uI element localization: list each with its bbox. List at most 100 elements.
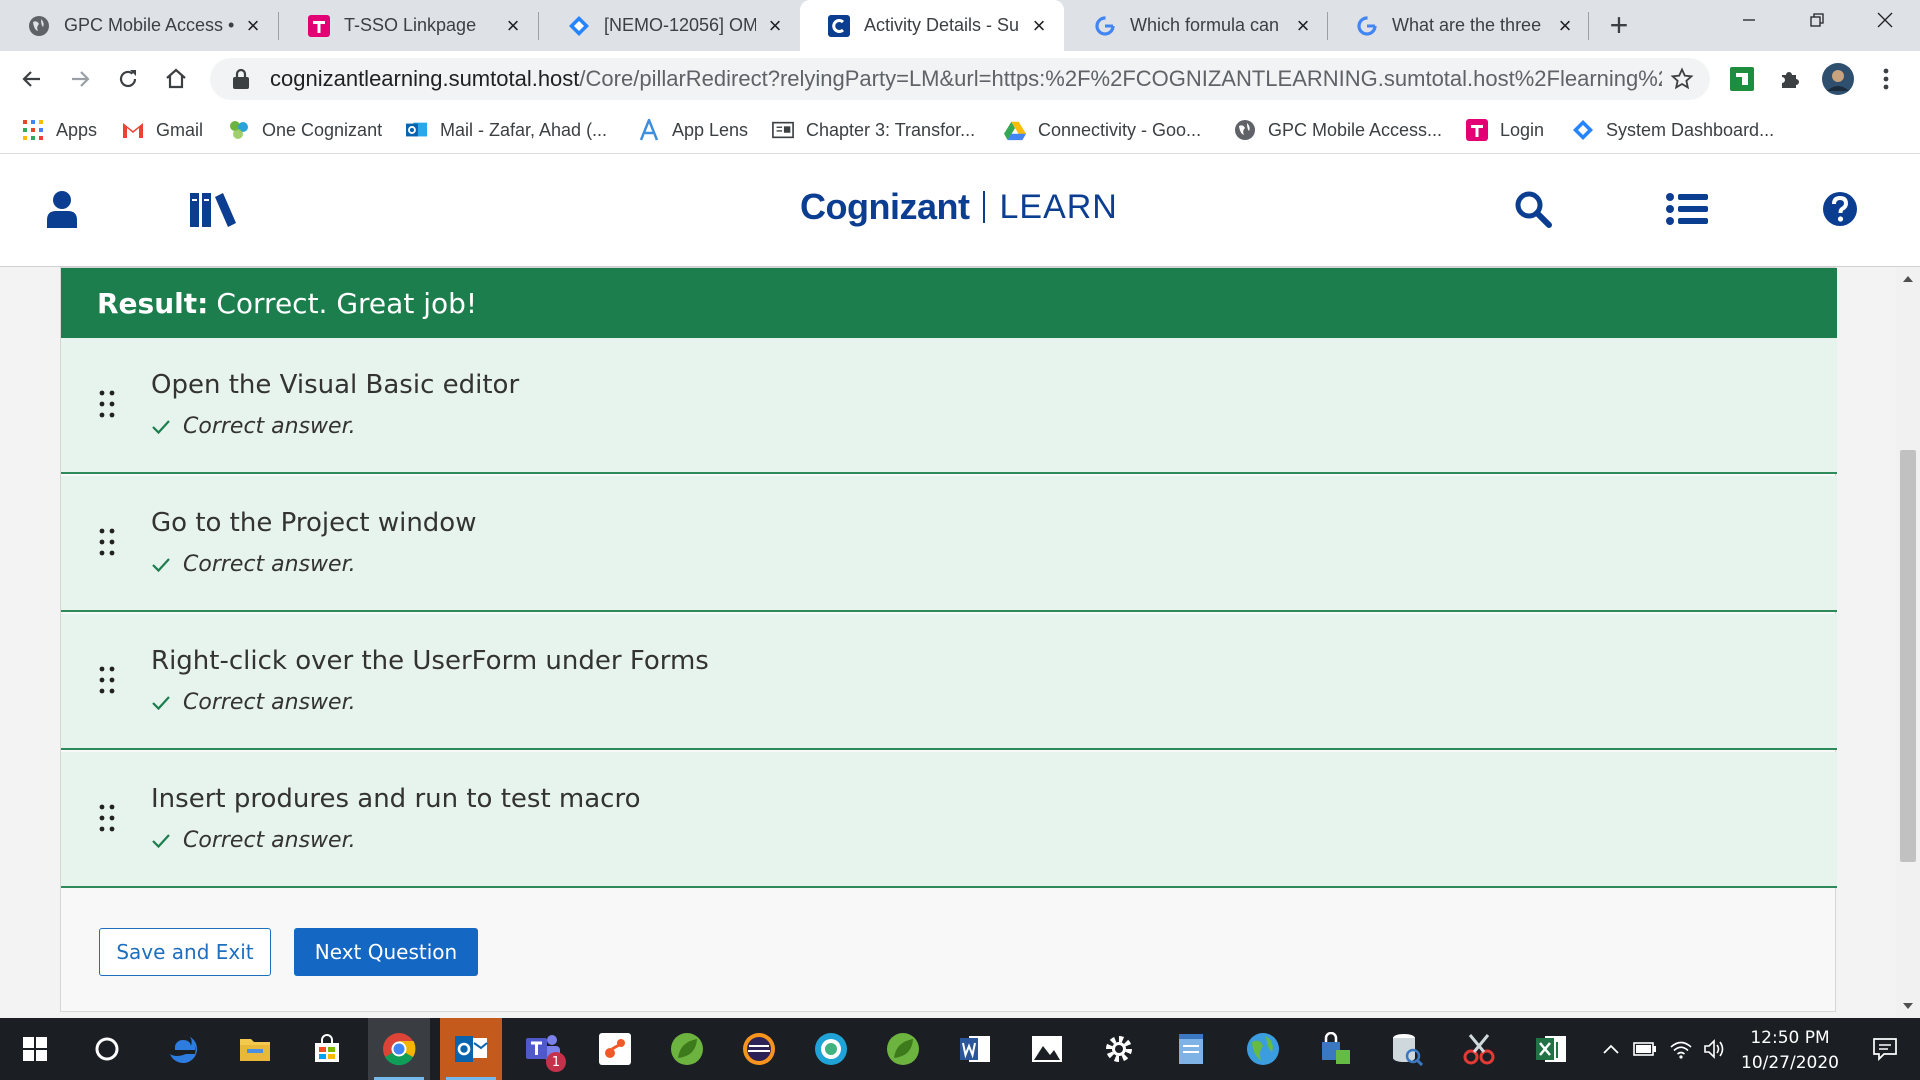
tab-title: What are the three a [1392, 15, 1546, 35]
taskbar-security-app[interactable] [1304, 1018, 1366, 1080]
speaker-icon [1704, 1039, 1724, 1059]
bookmark-one-cognizant[interactable]: One Cognizant [228, 117, 382, 143]
show-hidden-icons-button[interactable] [1596, 1018, 1626, 1080]
profile-avatar[interactable] [1818, 59, 1858, 99]
cognizant-learn-logo[interactable]: Cognizant LEARN [800, 182, 1118, 232]
bookmark-gmail[interactable]: Gmail [122, 117, 203, 143]
taskbar-edge[interactable] [152, 1018, 214, 1080]
taskbar-globe-app[interactable] [1232, 1018, 1294, 1080]
battery-status[interactable] [1630, 1018, 1660, 1080]
bookmark-connectivity[interactable]: Connectivity - Goo... [1004, 117, 1201, 143]
bookmark-mail-zafar[interactable]: Mail - Zafar, Ahad (... [406, 117, 607, 143]
bookmark-chapter-3[interactable]: Chapter 3: Transfor... [772, 117, 975, 143]
help-button[interactable] [1815, 184, 1865, 234]
lock-icon[interactable] [228, 66, 254, 92]
bookmark-gpc-mobile[interactable]: GPC Mobile Access... [1234, 117, 1442, 143]
close-icon[interactable]: × [764, 13, 786, 38]
chrome-menu-button[interactable] [1866, 59, 1906, 99]
taskbar-spring-tool-2[interactable] [872, 1018, 934, 1080]
taskbar-database-app[interactable] [1376, 1018, 1438, 1080]
question-result-card: Result: Correct. Great job! Open the Vis… [60, 267, 1837, 1012]
close-icon[interactable]: × [502, 13, 524, 38]
list-menu-icon [1666, 193, 1708, 225]
cortana-search-button[interactable] [76, 1018, 138, 1080]
back-button[interactable] [12, 59, 52, 99]
restore-icon [1810, 13, 1824, 27]
answer-item[interactable]: Right-click over the UserForm under Form… [61, 614, 1837, 750]
home-button[interactable] [156, 59, 196, 99]
bookmark-star-button[interactable] [1662, 59, 1702, 99]
bookmark-system-dashboard[interactable]: System Dashboard... [1572, 117, 1774, 143]
apps-grid-icon [22, 119, 44, 141]
drag-handle-icon[interactable] [99, 804, 115, 832]
window-close-button[interactable] [1850, 0, 1920, 40]
tab-what-are-the-three[interactable]: What are the three a × [1328, 0, 1590, 51]
tab-t-sso-linkpage[interactable]: T-SSO Linkpage × [280, 0, 538, 51]
forward-button[interactable] [60, 59, 100, 99]
taskbar-chrome[interactable] [368, 1018, 430, 1080]
tab-nemo-12056[interactable]: [NEMO-12056] OMS × [540, 0, 800, 51]
taskbar-word[interactable] [944, 1018, 1006, 1080]
taskbar-git-app[interactable] [584, 1018, 646, 1080]
taskbar-snipping-tool[interactable] [1448, 1018, 1510, 1080]
taskbar-store[interactable] [296, 1018, 358, 1080]
taskbar-settings[interactable] [1088, 1018, 1150, 1080]
taskbar-outlook[interactable] [440, 1018, 502, 1080]
spring-leaf-icon [671, 1033, 703, 1065]
taskbar-notepad[interactable] [1160, 1018, 1222, 1080]
save-and-exit-button[interactable]: Save and Exit [99, 928, 271, 976]
taskbar-app-circle[interactable] [800, 1018, 862, 1080]
answer-item[interactable]: Open the Visual Basic editor Correct ans… [61, 338, 1837, 474]
start-button[interactable] [4, 1018, 66, 1080]
answer-item[interactable]: Go to the Project window Correct answer. [61, 476, 1837, 612]
browser-toolbar: cognizantlearning.sumtotal.host/Core/pil… [0, 51, 1920, 107]
scroll-down-arrow-icon[interactable] [1896, 994, 1920, 1018]
page-scrollbar[interactable] [1896, 267, 1920, 1018]
scroll-up-arrow-icon[interactable] [1896, 267, 1920, 291]
answer-item[interactable]: Insert produres and run to test macro Co… [61, 752, 1837, 888]
book-icon [772, 119, 794, 141]
reload-button[interactable] [108, 59, 148, 99]
tab-which-formula[interactable]: Which formula can b × [1066, 0, 1328, 51]
menu-list-button[interactable] [1662, 184, 1712, 234]
tab-activity-details[interactable]: Activity Details - Sum × [800, 0, 1064, 51]
drag-handle-icon[interactable] [99, 666, 115, 694]
close-icon[interactable]: × [242, 13, 264, 38]
bookmark-login[interactable]: Login [1466, 117, 1544, 143]
drag-handle-icon[interactable] [99, 528, 115, 556]
user-profile-button[interactable] [37, 184, 87, 234]
extension-green-icon [1730, 67, 1754, 91]
volume-control[interactable] [1700, 1018, 1730, 1080]
close-icon[interactable]: × [1554, 13, 1576, 38]
next-question-button[interactable]: Next Question [294, 928, 478, 976]
library-button[interactable] [186, 184, 242, 234]
taskbar-spring-tool[interactable] [656, 1018, 718, 1080]
taskbar-clock[interactable]: 12:50 PM 10/27/2020 [1730, 1026, 1850, 1076]
bookmark-label: GPC Mobile Access... [1268, 119, 1443, 140]
restore-button[interactable] [1782, 0, 1852, 40]
close-icon[interactable]: × [1292, 13, 1314, 38]
feedback-text: Correct answer. [183, 828, 356, 853]
new-tab-button[interactable]: + [1604, 7, 1634, 43]
taskbar-photos[interactable] [1016, 1018, 1078, 1080]
bookmark-label: Login [1500, 119, 1545, 140]
close-icon[interactable]: × [1028, 13, 1050, 38]
taskbar-eclipse[interactable] [728, 1018, 790, 1080]
taskbar-excel[interactable] [1520, 1018, 1582, 1080]
taskbar-teams[interactable]: 1 [512, 1018, 574, 1080]
extensions-button[interactable] [1770, 59, 1810, 99]
search-button[interactable] [1508, 184, 1558, 234]
drag-handle-icon[interactable] [99, 390, 115, 418]
bookmark-app-lens[interactable]: App Lens [638, 117, 748, 143]
bookmark-apps[interactable]: Apps [22, 117, 97, 143]
address-bar[interactable]: cognizantlearning.sumtotal.host/Core/pil… [210, 58, 1710, 100]
answer-text: Right-click over the UserForm under Form… [151, 646, 709, 676]
action-center-button[interactable] [1854, 1018, 1916, 1080]
tab-gpc-mobile-access[interactable]: GPC Mobile Access • × [0, 0, 278, 51]
wifi-status[interactable] [1666, 1018, 1696, 1080]
taskbar-file-explorer[interactable] [224, 1018, 286, 1080]
extension-button[interactable] [1722, 59, 1762, 99]
scrollbar-thumb[interactable] [1900, 450, 1916, 862]
bookmark-label: Gmail [156, 119, 204, 140]
minimize-button[interactable] [1714, 0, 1784, 40]
